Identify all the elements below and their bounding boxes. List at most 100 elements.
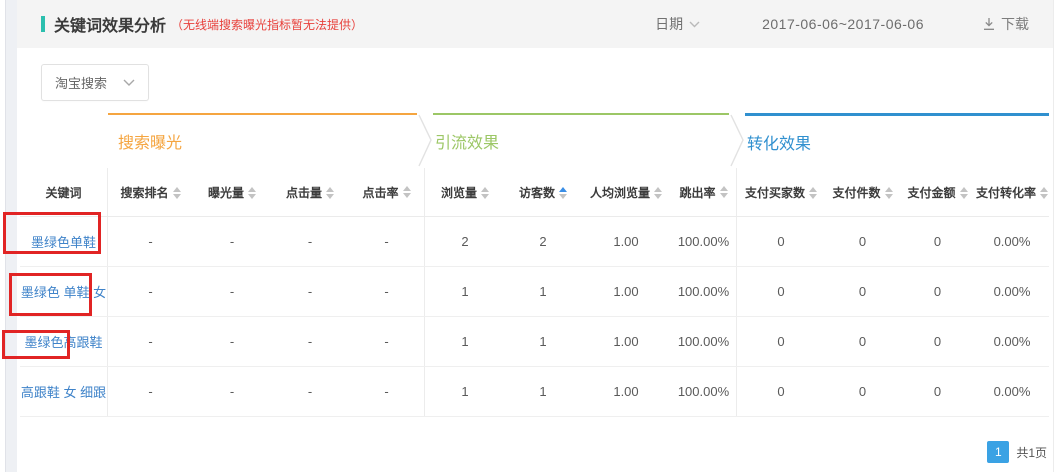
chevron-down-icon	[123, 79, 135, 87]
cell: 1	[505, 334, 581, 349]
cell: 100.00%	[671, 267, 737, 316]
sort-icon[interactable]	[559, 187, 567, 199]
sort-icon[interactable]	[481, 187, 489, 199]
cell: 1	[425, 284, 505, 299]
cell: -	[193, 234, 271, 249]
cell: 0	[825, 384, 900, 399]
annotation-box	[9, 273, 92, 316]
cell: -	[271, 234, 349, 249]
section-traffic-effect: 引流效果	[425, 113, 737, 168]
header-controls: 日期 2017-06-06~2017-06-06 下载	[655, 14, 1035, 34]
col-header[interactable]: 支付转化率	[975, 184, 1049, 201]
cell: 0	[900, 384, 975, 399]
cell: 2	[505, 234, 581, 249]
page-title: 关键词效果分析	[54, 12, 166, 36]
col-header[interactable]: 跳出率	[671, 168, 737, 216]
cell: 100.00%	[671, 317, 737, 366]
pagination: 1 共1页	[987, 441, 1047, 463]
annotation-box	[2, 330, 70, 359]
cell: -	[108, 384, 193, 399]
cell: 1	[505, 284, 581, 299]
date-range-value: 2017-06-06~2017-06-06	[762, 16, 924, 32]
cell: -	[193, 384, 271, 399]
cell: 2	[425, 234, 505, 249]
funnel-sections: 搜索曝光 引流效果 转化效果	[20, 113, 1049, 168]
col-header[interactable]: 支付件数	[825, 184, 900, 201]
table-row: 高跟鞋 女 细跟 - - - - 1 1 1.00 100.00% 0 0 0 …	[20, 367, 1049, 417]
sort-icon[interactable]	[173, 187, 181, 199]
download-button[interactable]: 下载	[982, 14, 1029, 34]
sort-icon[interactable]	[248, 187, 256, 199]
col-header[interactable]: 点击量	[271, 184, 349, 201]
cell: -	[349, 267, 425, 316]
page-total-label: 共1页	[1016, 444, 1047, 461]
cell: 0.00%	[975, 334, 1049, 349]
sort-icon[interactable]	[809, 187, 817, 199]
sort-icon[interactable]	[885, 187, 893, 199]
cell: 0	[737, 384, 825, 399]
cell: 1	[425, 384, 505, 399]
sort-icon[interactable]	[960, 187, 968, 199]
section-search-exposure: 搜索曝光	[108, 113, 425, 168]
cell: 0	[900, 234, 975, 249]
panel-header: 关键词效果分析 （无线端搜索曝光指标暂无法提供） 日期 2017-06-06~2…	[17, 0, 1053, 48]
cell: 0.00%	[975, 234, 1049, 249]
analysis-panel: 关键词效果分析 （无线端搜索曝光指标暂无法提供） 日期 2017-06-06~2…	[17, 0, 1054, 472]
page-button-1[interactable]: 1	[987, 441, 1009, 463]
cell: 1.00	[581, 384, 671, 399]
keyword-link[interactable]: 高跟鞋 女 细跟	[21, 382, 106, 401]
cell: 0	[737, 334, 825, 349]
col-header[interactable]: 点击率	[349, 168, 425, 216]
cell: -	[108, 284, 193, 299]
download-icon	[982, 17, 996, 31]
title-note: （无线端搜索曝光指标暂无法提供）	[171, 16, 363, 33]
table-header-row: 关键词 搜索排名 曝光量 点击量 点击率 浏览量 访客数 人均浏览量 跳出率 支…	[20, 168, 1049, 217]
cell: 0	[737, 284, 825, 299]
cell: 0	[900, 334, 975, 349]
cell: 1	[505, 384, 581, 399]
cell: -	[193, 334, 271, 349]
col-header-keyword: 关键词	[20, 168, 108, 216]
sort-icon[interactable]	[403, 186, 411, 198]
cell: 100.00%	[671, 367, 737, 416]
title-accent-bar	[41, 16, 45, 32]
col-header[interactable]: 搜索排名	[108, 184, 193, 201]
col-header[interactable]: 人均浏览量	[581, 184, 671, 201]
sort-icon[interactable]	[720, 186, 728, 198]
chevron-down-icon	[689, 21, 700, 28]
col-header-visitors[interactable]: 访客数	[505, 184, 581, 201]
date-label: 日期	[655, 14, 683, 34]
cell: 0	[825, 334, 900, 349]
section-label: 转化效果	[747, 136, 811, 153]
cell: -	[108, 334, 193, 349]
cell: 100.00%	[671, 217, 737, 266]
section-conversion-effect: 转化效果	[737, 113, 1049, 168]
col-header[interactable]: 支付金额	[900, 184, 975, 201]
table-row: 墨绿色 单鞋 女 - - - - 1 1 1.00 100.00% 0 0 0 …	[20, 267, 1049, 317]
cell: 0.00%	[975, 384, 1049, 399]
sort-icon[interactable]	[326, 187, 334, 199]
col-header[interactable]: 曝光量	[193, 184, 271, 201]
annotation-box	[3, 212, 101, 254]
cell: 0.00%	[975, 284, 1049, 299]
table-row: 墨绿色高跟鞋 - - - - 1 1 1.00 100.00% 0 0 0 0.…	[20, 317, 1049, 367]
cell: -	[349, 217, 425, 266]
section-label: 搜索曝光	[118, 135, 182, 152]
cell: 1.00	[581, 284, 671, 299]
col-header[interactable]: 支付买家数	[737, 184, 825, 201]
cell: 1.00	[581, 234, 671, 249]
cell: -	[271, 384, 349, 399]
keyword-analysis-page: 关键词效果分析 （无线端搜索曝光指标暂无法提供） 日期 2017-06-06~2…	[0, 0, 1059, 472]
date-dropdown[interactable]: 日期	[655, 14, 700, 34]
toolbar: 淘宝搜索	[17, 48, 1053, 113]
sort-icon[interactable]	[654, 187, 662, 199]
cell: 0	[900, 284, 975, 299]
cell: 0	[825, 234, 900, 249]
sort-icon[interactable]	[1040, 187, 1048, 199]
col-header[interactable]: 浏览量	[425, 184, 505, 201]
cell: 1	[425, 334, 505, 349]
table-row: 墨绿色单鞋 - - - - 2 2 1.00 100.00% 0 0 0 0.0…	[20, 217, 1049, 267]
channel-select-value: 淘宝搜索	[55, 73, 107, 92]
download-label: 下载	[1001, 14, 1029, 34]
channel-select[interactable]: 淘宝搜索	[41, 64, 149, 101]
